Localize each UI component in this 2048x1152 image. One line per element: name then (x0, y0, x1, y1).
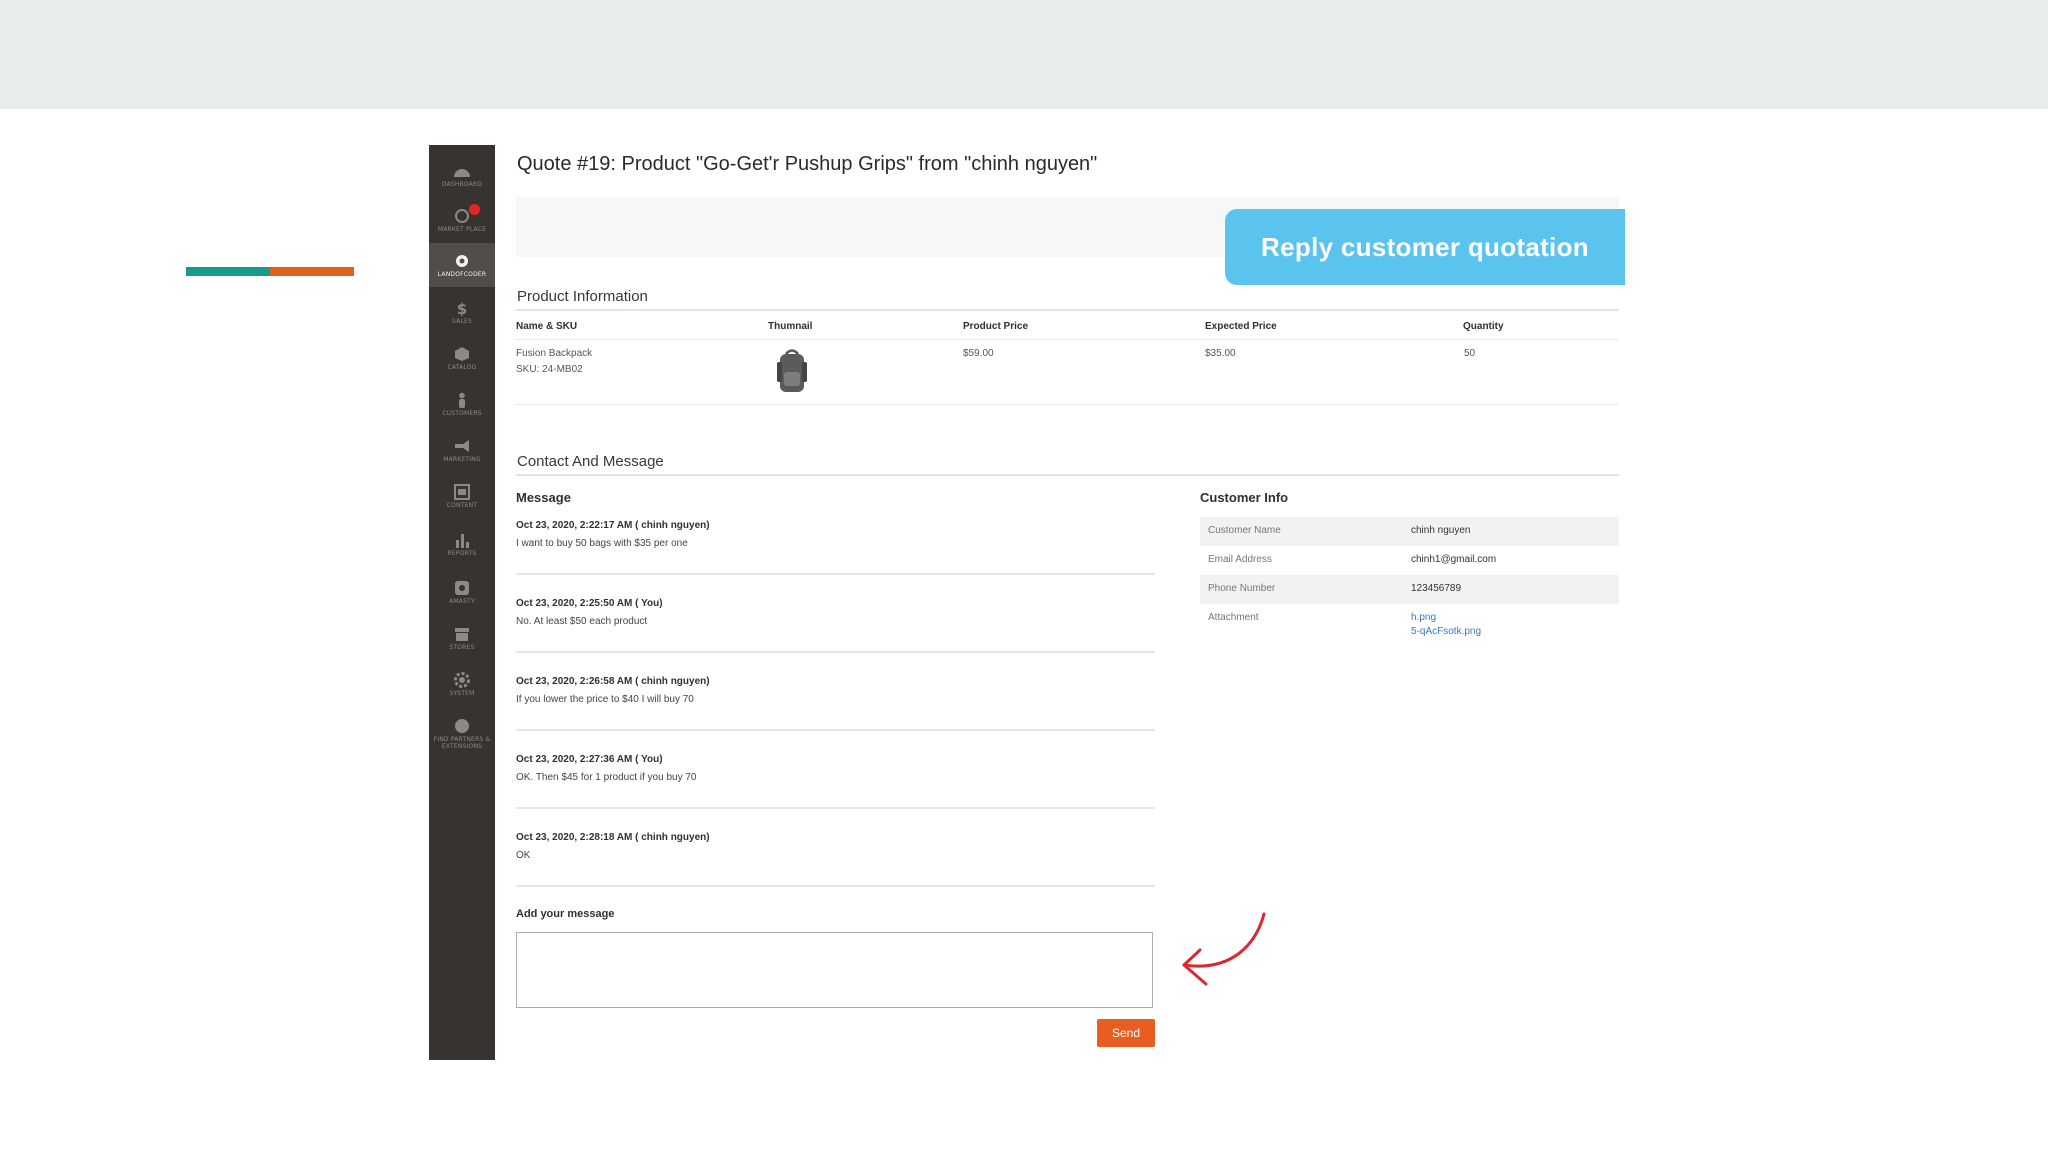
megaphone-icon (455, 440, 469, 452)
nav-sales[interactable]: $ SALES (429, 290, 495, 334)
landofcoder-icon (456, 255, 468, 267)
nav-reports[interactable]: REPORTS (429, 522, 495, 566)
slide-top-band (0, 0, 2048, 109)
message-divider (516, 573, 1155, 575)
col-header-name-sku: Name & SKU (516, 321, 578, 332)
person-icon (459, 392, 465, 408)
customer-info-row: Phone Number 123456789 (1200, 575, 1619, 604)
message-meta: Oct 23, 2020, 2:27:36 AM ( You) (516, 754, 663, 765)
nav-catalog[interactable]: CATALOG (429, 336, 495, 380)
nav-amasty[interactable]: AMASTY (429, 570, 495, 614)
gear-icon (454, 672, 470, 688)
nav-customers[interactable]: CUSTOMERS (429, 382, 495, 426)
product-price: $59.00 (963, 348, 994, 359)
col-header-quantity: Quantity (1463, 321, 1504, 332)
add-message-label: Add your message (516, 908, 615, 920)
message-divider (516, 651, 1155, 653)
table-row-divider (516, 404, 1619, 405)
nav-marketplace[interactable]: MARKET PLACE (429, 198, 495, 242)
col-header-product-price: Product Price (963, 321, 1029, 332)
message-meta: Oct 23, 2020, 2:25:50 AM ( You) (516, 598, 663, 609)
product-sku: SKU: 24-MB02 (516, 364, 583, 375)
message-divider (516, 885, 1155, 887)
customer-info-row: Attachment (1200, 604, 1619, 633)
message-divider (516, 729, 1155, 731)
dollar-icon: $ (457, 300, 467, 316)
section-divider (516, 474, 1619, 476)
customer-name-value: chinh nguyen (1411, 525, 1471, 536)
dashboard-icon (454, 169, 470, 177)
expected-price: $35.00 (1205, 348, 1236, 359)
table-header-divider (516, 339, 1619, 340)
message-divider (516, 807, 1155, 809)
message-heading: Message (516, 490, 571, 505)
amasty-icon (455, 581, 469, 595)
accent-bar-orange (270, 267, 354, 276)
attachment-label: Attachment (1208, 612, 1259, 623)
customer-info-heading: Customer Info (1200, 490, 1289, 505)
send-button[interactable]: Send (1097, 1019, 1155, 1047)
phone-number-value: 123456789 (1411, 583, 1462, 594)
col-header-expected-price: Expected Price (1205, 321, 1277, 332)
phone-number-label: Phone Number (1208, 583, 1276, 594)
product-name: Fusion Backpack (516, 348, 593, 359)
message-text: No. At least $50 each product (516, 616, 648, 627)
message-text: If you lower the price to $40 I will buy… (516, 694, 694, 705)
product-information-title: Product Information (517, 288, 648, 305)
bar-chart-icon (456, 534, 469, 548)
attachment-link[interactable]: h.png (1411, 612, 1436, 623)
col-header-thumbnail: Thumnail (768, 321, 813, 332)
email-address-label: Email Address (1208, 554, 1272, 565)
message-text: OK (516, 850, 531, 861)
nav-partners[interactable]: FIND PARTNERS & EXTENSIONS (429, 708, 495, 760)
nav-dashboard[interactable]: DASHBOARD (429, 153, 495, 197)
email-address-value: chinh1@gmail.com (1411, 554, 1497, 565)
nav-marketing[interactable]: MARKETING (429, 428, 495, 472)
message-meta: Oct 23, 2020, 2:22:17 AM ( chinh nguyen) (516, 520, 710, 531)
admin-sidebar: DASHBOARD MARKET PLACE LANDOFCODER $ SAL… (429, 145, 495, 1060)
message-meta: Oct 23, 2020, 2:28:18 AM ( chinh nguyen) (516, 832, 710, 843)
store-icon (455, 628, 469, 641)
accent-bar-teal (186, 267, 270, 276)
customer-name-label: Customer Name (1208, 525, 1281, 536)
nav-landofcoder[interactable]: LANDOFCODER (429, 243, 495, 287)
customer-info-row: Customer Name chinh nguyen (1200, 517, 1619, 546)
main-content: Quote #19: Product "Go-Get'r Pushup Grip… (516, 145, 1625, 1060)
section-divider (516, 309, 1619, 311)
product-thumbnail-image (777, 349, 807, 392)
nav-system[interactable]: SYSTEM (429, 662, 495, 706)
page-title: Quote #19: Product "Go-Get'r Pushup Grip… (517, 153, 1098, 175)
partners-icon (455, 719, 469, 733)
notification-badge (469, 204, 480, 215)
message-meta: Oct 23, 2020, 2:26:58 AM ( chinh nguyen) (516, 676, 710, 687)
message-textarea[interactable] (516, 932, 1153, 1008)
quantity: 50 (1464, 348, 1476, 359)
attachment-link[interactable]: 5-qAcFsotk.png (1411, 626, 1481, 637)
message-text: OK. Then $45 for 1 product if you buy 70 (516, 772, 697, 783)
cube-icon (455, 347, 469, 361)
annotation-arrow-icon (1182, 912, 1266, 986)
nav-stores[interactable]: STORES (429, 616, 495, 660)
content-icon (454, 484, 470, 500)
message-text: I want to buy 50 bags with $35 per one (516, 538, 688, 549)
reply-customer-quotation-button[interactable]: Reply customer quotation (1225, 209, 1625, 285)
nav-content[interactable]: CONTENT (429, 474, 495, 518)
contact-message-title: Contact And Message (517, 453, 664, 470)
svg-text:$: $ (457, 300, 467, 316)
customer-info-row: Email Address chinh1@gmail.com (1200, 546, 1619, 575)
